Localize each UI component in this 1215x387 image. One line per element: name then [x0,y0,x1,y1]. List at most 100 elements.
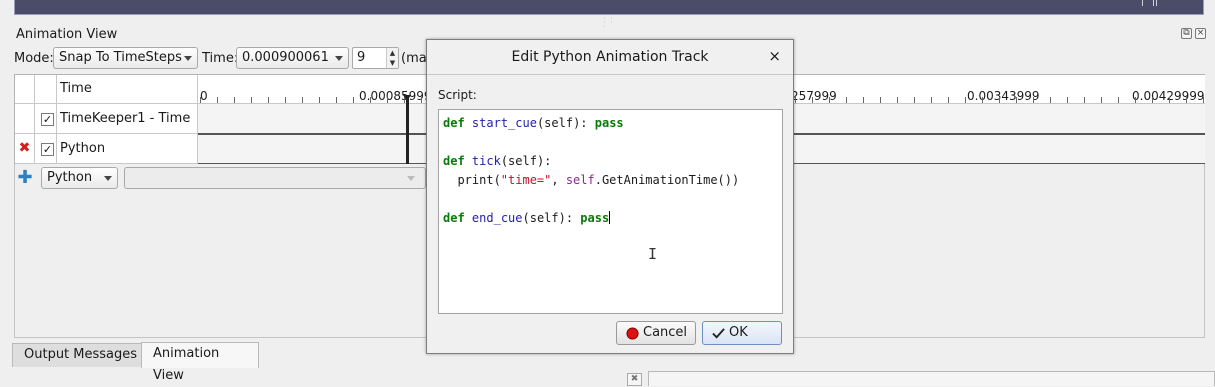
tab-output-messages[interactable]: Output Messages [12,343,150,367]
strip-tick [1156,0,1157,6]
time-select-value: 0.000900061 [242,50,329,65]
header-check [35,75,57,104]
code-function-name: end_cue [471,211,523,225]
close-icon[interactable]: × [768,49,781,64]
cancel-icon [626,327,639,340]
ruler-tick [846,97,847,103]
code-function-name: start_cue [471,116,537,130]
ruler-tick [1169,97,1170,103]
splitter-handle[interactable]: · · · · · [603,15,619,31]
ruler-tick [1067,97,1068,103]
mode-label: Mode: [14,51,54,66]
ruler-tick [217,97,218,103]
track-enable-checkbox[interactable]: ✓ [41,143,54,156]
strip-tick [1142,0,1143,6]
time-cursor-head[interactable] [403,95,411,101]
ruler-tick [387,97,388,103]
script-label: Script: [438,88,477,102]
strip-tick [1153,0,1154,6]
remove-track-icon[interactable]: ✖ [15,134,35,163]
track-label: Python [57,134,198,163]
ruler-tick [353,97,354,103]
ruler-tick [1084,97,1085,103]
track-label: TimeKeeper1 - Time [57,104,198,133]
lower-panel-frame [648,371,1215,386]
code-args: (self): [522,211,581,225]
ruler-tick [200,97,201,103]
panel-title: Animation View [16,27,118,42]
code-args: (self): [500,154,552,168]
code-keyword: pass [594,116,624,130]
ruler-tick [914,97,915,103]
row-check-cell: ✓ [35,104,57,133]
code-line: print("time=", self.GetAnimationTime()) [443,171,778,190]
ruler-tick [285,97,286,103]
render-view-strip [14,0,1204,15]
header-blank [15,75,35,104]
time-select[interactable]: 0.000900061 [236,47,349,69]
ruler-tick [268,97,269,103]
ruler-tick [982,97,983,103]
ruler-tick [863,97,864,103]
dialog-separator [427,74,793,75]
code-self: self [565,173,595,187]
code-line: def end_cue(self): pass [443,209,778,228]
text-caret [609,211,611,224]
ok-label: OK [729,325,748,340]
ruler-tick [336,97,337,103]
close-panel-icon[interactable]: × [1195,28,1206,39]
ruler-tick [829,97,830,103]
ruler-tick [319,97,320,103]
ruler-tick [370,97,371,103]
ruler-tick [251,97,252,103]
code-call: .GetAnimationTime()) [594,173,740,187]
ruler-tick [948,97,949,103]
ruler-tick [931,97,932,103]
cancel-label: Cancel [643,325,688,340]
ruler-tick [1016,97,1017,103]
ok-button[interactable]: OK [702,321,782,345]
time-cursor[interactable] [406,97,409,164]
ruler-tick [1152,97,1153,103]
ruler-tick [880,97,881,103]
spin-down-icon[interactable]: ▼ [387,58,398,68]
code-keyword: def [443,211,465,225]
ruler-tick [897,97,898,103]
row-check-cell: ✓ [35,134,57,163]
cancel-button[interactable]: Cancel [616,321,696,345]
ruler-tick [1203,97,1204,103]
text-cursor-icon: I [648,245,658,263]
ruler-tick [1118,97,1119,103]
ok-icon [712,328,725,339]
spin-up-icon[interactable]: ▲ [387,48,398,58]
ruler-tick [812,97,813,103]
tab-animation-view[interactable]: Animation View [141,342,259,383]
ruler-tick [421,97,422,103]
code-function-name: tick [471,154,501,168]
code-string: "time=" [500,173,552,187]
ruler-tick [1101,97,1102,103]
timestep-value: 9 [357,50,366,65]
ruler-tick [234,97,235,103]
restore-icon[interactable]: ⧉ [1181,28,1192,39]
ruler-tick [1050,97,1051,103]
track-row[interactable]: ✖ ✓ Python [15,134,198,164]
code-args: (self): [536,116,595,130]
code-comma: , [551,173,566,187]
chevron-down-icon [335,56,343,61]
code-line: def start_cue(self): pass [443,114,778,133]
track-enable-checkbox[interactable]: ✓ [41,113,54,126]
track-row[interactable]: ✓ TimeKeeper1 - Time [15,104,198,134]
close-icon[interactable]: ✖ [627,373,642,386]
spin-buttons[interactable]: ▲ ▼ [386,48,398,68]
ruler-tick [999,97,1000,103]
ruler-tick [965,97,966,103]
script-editor[interactable]: def start_cue(self): pass def tick(self)… [438,109,783,314]
code-keyword: pass [580,211,610,225]
header-time: Time [57,75,198,104]
mode-select-value: Snap To TimeSteps [59,50,182,65]
timestep-spinbox[interactable]: 9 ▲ ▼ [352,47,399,69]
code-print: print( [443,173,501,187]
mode-select[interactable]: Snap To TimeSteps [53,47,198,69]
